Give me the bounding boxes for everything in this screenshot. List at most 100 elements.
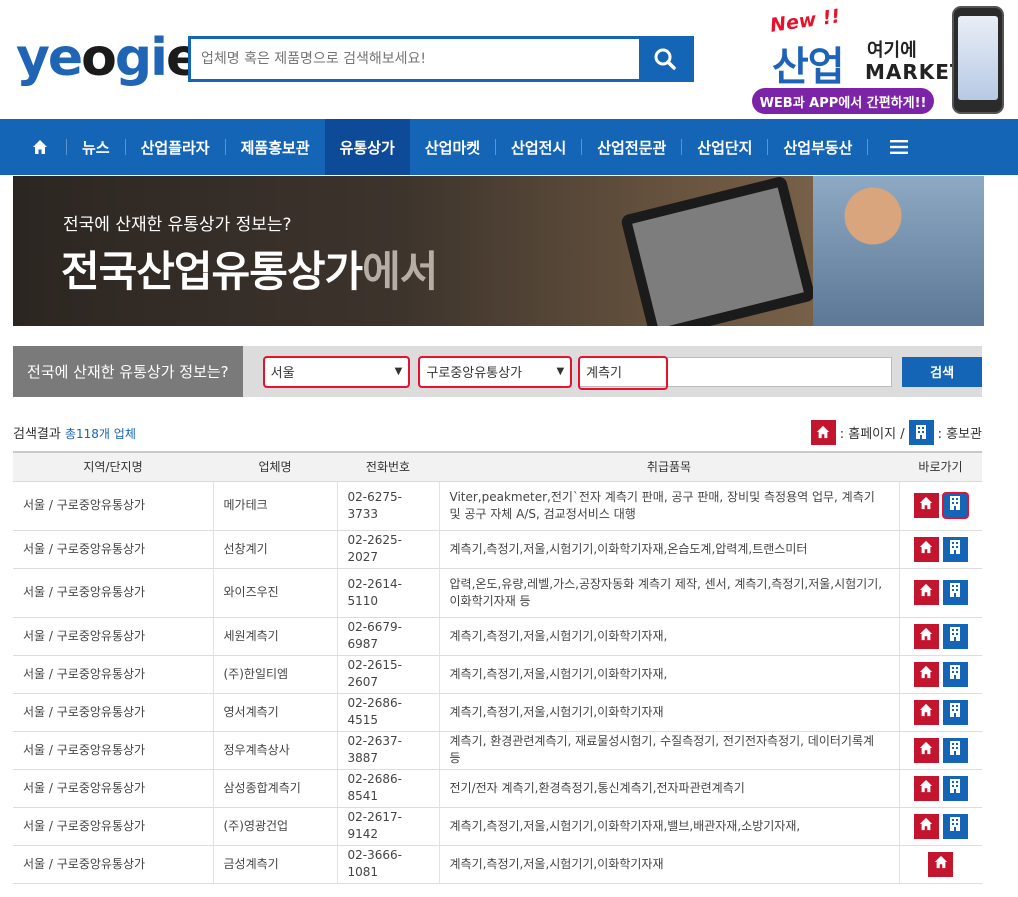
cell-phone: 02-6679-6987 — [337, 617, 440, 656]
promo-hall-link-button[interactable] — [942, 661, 968, 687]
shortcut-legend: : 홈페이지 / : 홍보관 — [810, 419, 982, 445]
homepage-link-button[interactable] — [928, 851, 954, 877]
homepage-link-button[interactable] — [913, 813, 939, 839]
table-row: 서울 / 구로중앙유통상가 (주)영광건업 02-2617-9142 계측기,측정기,… — [13, 807, 982, 846]
homepage-link-button[interactable] — [913, 699, 939, 725]
legend-building-icon — [908, 419, 934, 445]
cell-items: 계측기,측정기,저울,시험기기,이화학기자재, — [439, 617, 900, 656]
nav-item-industry-plaza[interactable]: 산업플라자 — [126, 119, 225, 175]
promo-hall-link-button[interactable] — [942, 775, 968, 801]
cell-phone: 02-2615-2607 — [337, 655, 440, 694]
table-row: 서울 / 구로중앙유통상가 세원계측기 02-6679-6987 계측기,측정기,저울… — [13, 617, 982, 656]
cell-region: 서울 / 구로중앙유통상가 — [13, 693, 214, 732]
main-nav: 뉴스 산업플라자 제품홍보관 유통상가 산업마켓 산업전시 산업전문관 산업단지… — [0, 119, 1018, 175]
table-row: 서울 / 구로중앙유통상가 영서계측기 02-2686-4515 계측기,측정기,저울… — [13, 693, 982, 732]
chevron-down-icon: ▼ — [556, 365, 565, 377]
homepage-link-button[interactable] — [913, 661, 939, 687]
home-icon — [919, 540, 933, 559]
cell-shortcuts — [899, 769, 982, 808]
site-logo[interactable]: ye o gi e — [16, 28, 201, 88]
homepage-link-button[interactable] — [913, 623, 939, 649]
nav-item-industrial-complex[interactable]: 산업단지 — [682, 119, 767, 175]
cell-phone: 02-2617-9142 — [337, 807, 440, 846]
filter-search-button[interactable]: 검색 — [902, 356, 982, 387]
building-icon — [949, 664, 961, 684]
mall-results-table: 지역/단지명 업체명 전화번호 취급품목 바로가기 서울 / 구로중앙유통상가 메… — [13, 451, 982, 884]
search-button[interactable] — [639, 39, 691, 79]
cell-company-name: 영서계측기 — [213, 693, 338, 732]
nav-item-news[interactable]: 뉴스 — [67, 119, 125, 175]
search-input[interactable] — [191, 39, 639, 79]
promo-hall-link-button[interactable] — [941, 492, 969, 519]
nav-item-industry-market[interactable]: 산업마켓 — [410, 119, 495, 175]
promo-title-market: MARKET — [865, 60, 965, 84]
nav-menu[interactable] — [868, 119, 930, 175]
homepage-link-button[interactable] — [913, 536, 939, 562]
nav-item-industry-exhibition[interactable]: 산업전시 — [496, 119, 581, 175]
result-summary: 검색결과 총118개 업체 : 홈페이지 / : 홍보관 — [13, 417, 982, 447]
keyword-input[interactable] — [579, 356, 893, 387]
building-icon — [949, 496, 961, 515]
homepage-link-button[interactable] — [913, 493, 939, 518]
promo-hall-link-button[interactable] — [942, 623, 968, 649]
cell-shortcuts — [899, 731, 982, 770]
cell-phone: 02-6275-3733 — [337, 481, 440, 531]
home-icon — [919, 703, 933, 722]
nav-item-industry-specialty[interactable]: 산업전문관 — [582, 119, 681, 175]
cell-region: 서울 / 구로중앙유통상가 — [13, 807, 214, 846]
homepage-link-button[interactable] — [913, 737, 939, 763]
region-select[interactable]: 서울 ▼ — [262, 355, 411, 388]
cell-items: 계측기,측정기,저울,시험기기,이화학기자재,온습도계,압력계,트랜스미터 — [439, 530, 900, 569]
banner-title: 전국산업유통상가에서 — [61, 238, 438, 299]
filter-label: 전국에 산재한 유통상가 정보는? — [13, 346, 243, 397]
home-icon — [919, 741, 933, 760]
building-icon — [949, 583, 961, 602]
table-row: 서울 / 구로중앙유통상가 메가테크 02-6275-3733 Viter,peakm… — [13, 481, 982, 531]
home-icon — [33, 140, 47, 154]
building-icon — [949, 740, 961, 760]
promo-hall-link-button[interactable] — [942, 580, 968, 605]
tablet-illustration — [620, 176, 816, 326]
building-icon — [949, 626, 961, 646]
cell-shortcuts — [899, 693, 982, 732]
mall-select-value: 구로중앙유통상가 — [426, 366, 523, 381]
cell-company-name: 삼성종합계측기 — [213, 769, 338, 808]
table-row: 서울 / 구로중앙유통상가 금성계측기 02-3666-1081 계측기,측정기,저울… — [13, 845, 982, 884]
cell-company-name: (주)영광건업 — [213, 807, 338, 846]
nav-item-product-hall[interactable]: 제품홍보관 — [226, 119, 325, 175]
table-row: 서울 / 구로중앙유통상가 삼성종합계측기 02-2686-8541 전기/전자 계측… — [13, 769, 982, 808]
cell-shortcuts — [899, 845, 982, 884]
promo-title-big: 산업 — [772, 44, 845, 90]
region-select-value: 서울 — [270, 366, 295, 381]
cell-phone: 02-2637-3887 — [337, 731, 440, 770]
cell-region: 서울 / 구로중앙유통상가 — [13, 731, 214, 770]
homepage-link-button[interactable] — [913, 775, 939, 801]
chevron-down-icon: ▼ — [394, 365, 403, 377]
nav-item-industrial-realestate[interactable]: 산업부동산 — [768, 119, 867, 175]
menu-icon — [890, 140, 909, 154]
cell-shortcuts — [899, 617, 982, 656]
cell-region: 서울 / 구로중앙유통상가 — [13, 530, 214, 569]
cell-phone: 02-2686-4515 — [337, 693, 440, 732]
mall-select[interactable]: 구로중앙유통상가 ▼ — [418, 355, 573, 388]
market-promo-banner[interactable]: New !! 산업 여기에 MARKET WEB과 APP에서 간편하게!! — [752, 5, 1012, 116]
promo-hall-link-button[interactable] — [942, 536, 968, 562]
home-icon — [919, 665, 933, 684]
cell-items: 계측기, 환경관련계측기, 재료물성시험기, 수질측정기, 전기전자측정기, 데… — [439, 731, 900, 770]
banner-title-dim: 에서 — [362, 247, 438, 296]
home-icon — [934, 855, 948, 874]
nav-home[interactable] — [0, 119, 66, 175]
col-header-items: 취급품목 — [439, 451, 899, 482]
nav-item-distribution-mall[interactable]: 유통상가 — [324, 119, 410, 175]
promo-hall-link-button[interactable] — [942, 813, 968, 839]
col-header-shortcut: 바로가기 — [899, 451, 982, 482]
cell-phone: 02-3666-1081 — [337, 845, 440, 884]
promo-hall-link-button[interactable] — [942, 737, 968, 763]
cell-region: 서울 / 구로중앙유통상가 — [13, 655, 214, 694]
promo-hall-link-button[interactable] — [942, 699, 968, 725]
filter-bar: 전국에 산재한 유통상가 정보는? 서울 ▼ 구로중앙유통상가 ▼ 검색 — [13, 346, 982, 397]
homepage-link-button[interactable] — [913, 580, 939, 605]
cell-company-name: 세원계측기 — [213, 617, 338, 656]
table-row: 서울 / 구로중앙유통상가 와이즈우진 02-2614-5110 압력,온도,유량,레… — [13, 568, 982, 618]
keyword-wrap — [578, 355, 893, 390]
